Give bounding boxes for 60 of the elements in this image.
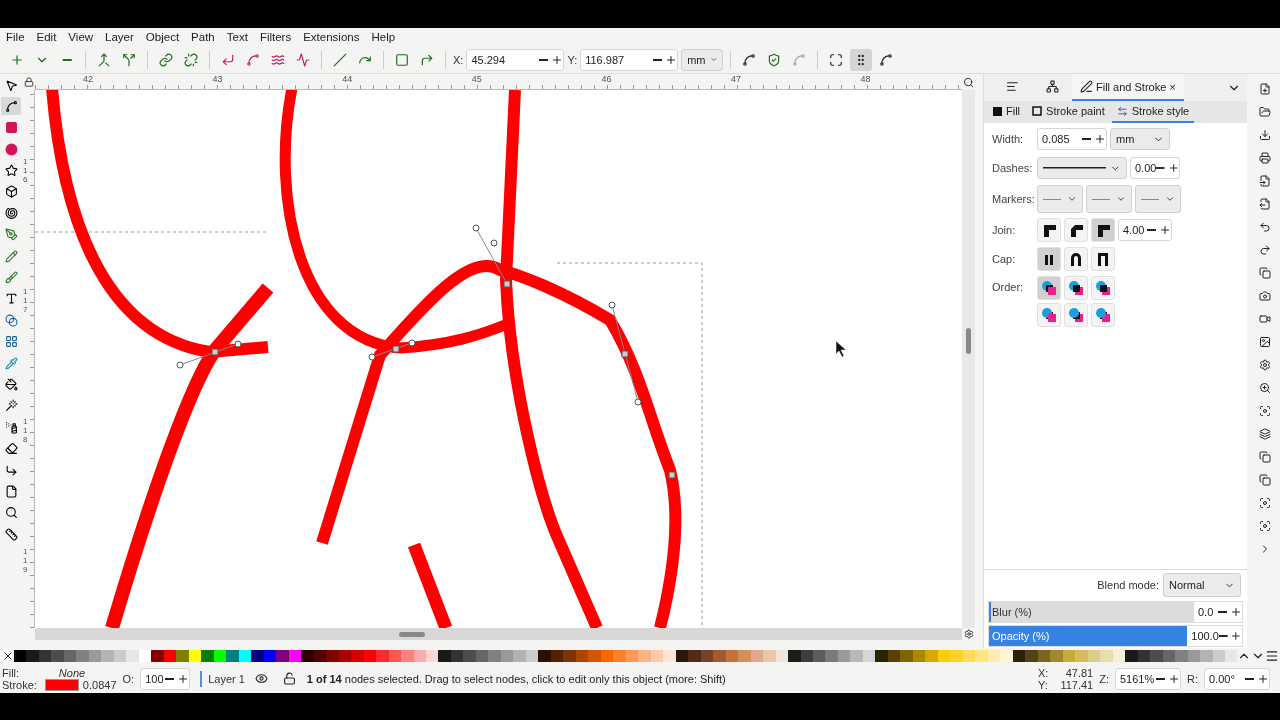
width-field[interactable]: 0.085 (1037, 128, 1107, 150)
menu-item[interactable]: Layer (105, 31, 134, 43)
fill-value: None (57, 666, 87, 679)
zoom-label: Z: (1099, 672, 1109, 685)
menu-item[interactable]: File (6, 31, 25, 43)
x-coordinate-field[interactable]: 45.294 (466, 48, 565, 71)
paint-label: Stroke: (2, 678, 37, 691)
field-label: Markers: (992, 193, 1034, 205)
opacity-field[interactable]: 100 (140, 667, 191, 690)
miter-limit-field[interactable]: 4.00 (1118, 219, 1172, 241)
menu-item[interactable]: Object (145, 31, 180, 43)
cursor-y-label: Y: (1038, 678, 1049, 691)
status-message: 1 of 14 nodes selected. Drag to select nodes, click to edit only this object (more: Shift) (306, 672, 726, 685)
ruler-number: 44 (342, 74, 353, 84)
sub-tab[interactable]: Stroke style (1111, 101, 1195, 123)
layer-name[interactable]: Layer 1 (208, 672, 245, 685)
opacity-slider[interactable]: Opacity (%) 100.0 (988, 625, 1243, 647)
menu-item[interactable]: Text (226, 31, 248, 43)
ruler-number: 42 (83, 74, 93, 84)
unit-dropdown[interactable]: mm (1110, 128, 1170, 150)
blend-mode-dropdown[interactable]: Normal (1163, 573, 1241, 597)
y-coordinate-field[interactable]: 116.987 (580, 48, 679, 71)
cursor-y-value: 117.41 (1060, 678, 1094, 691)
menu-item[interactable]: Edit (36, 31, 57, 43)
x-label: X: (453, 53, 464, 66)
field-label: Cap: (992, 253, 1017, 265)
ruler-number: 48 (860, 74, 871, 84)
paint-label: Fill: (2, 666, 21, 679)
menu-item[interactable]: Filters (259, 31, 292, 43)
menu-item[interactable]: Path (191, 31, 215, 43)
field-label: Dashes: (992, 162, 1034, 174)
stroke-width: 0.0847 (82, 678, 117, 691)
blur-slider[interactable]: Blur (%) 0.0 (988, 601, 1243, 623)
zoom-field[interactable]: 5161% (1115, 667, 1181, 690)
field-label: Join: (992, 224, 1017, 236)
ruler-number: 47 (731, 74, 741, 84)
rotation-field[interactable]: 0.00° (1204, 667, 1270, 690)
menu-item[interactable]: Extensions (303, 31, 360, 43)
menu-item[interactable]: View (68, 31, 94, 43)
dash-offset-field[interactable]: 0.00 (1130, 157, 1180, 179)
unit-dropdown[interactable]: mm (681, 48, 724, 71)
field-label: Order: (992, 281, 1025, 293)
ruler-number: 43 (212, 74, 223, 84)
field-label: Width: (992, 133, 1025, 145)
y-label: Y: (567, 53, 578, 66)
rotation-label: R: (1187, 672, 1198, 685)
ruler-number: 46 (601, 74, 612, 84)
ruler-number: 116 (23, 158, 29, 185)
ruler-number: 119 (23, 548, 29, 575)
opacity-label: O: (122, 672, 135, 685)
ruler-number: 117 (23, 288, 29, 315)
sub-tab[interactable]: Fill (988, 101, 1026, 123)
menu-item[interactable]: Help (371, 31, 396, 43)
cursor-x-label: X: (1038, 666, 1049, 679)
dock-tab[interactable]: Fill and Stroke × (1072, 74, 1184, 101)
sub-tab[interactable]: Stroke paint (1027, 101, 1110, 123)
ruler-number: 118 (23, 418, 29, 445)
ruler-number: 45 (471, 74, 482, 84)
cursor-x-value: 47.81 (1064, 666, 1094, 679)
blend-mode-label: Blend mode: (1097, 579, 1159, 591)
